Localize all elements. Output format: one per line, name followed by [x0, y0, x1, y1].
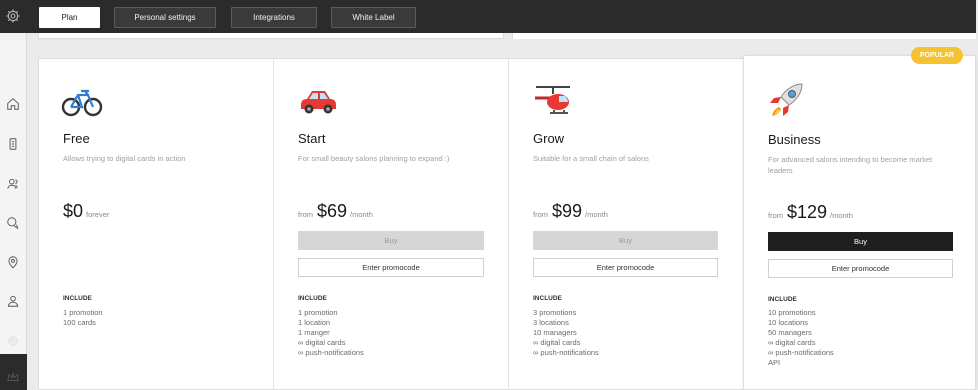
feature-item: API [768, 358, 781, 367]
plan-description: For advanced salons intending to become … [768, 155, 933, 175]
price-from: from [768, 211, 783, 220]
feature-item: 1 manger [298, 328, 330, 337]
user-icon[interactable] [6, 294, 20, 308]
feature-item: 3 locations [533, 318, 569, 327]
plan-price: from $129 /month [768, 202, 853, 223]
feature-item: ∞ push-notifications [768, 348, 834, 357]
tab-plan[interactable]: Plan [39, 7, 100, 28]
settings-icon[interactable] [5, 8, 21, 24]
bicycle-icon [61, 89, 103, 117]
include-heading: INCLUDE [533, 295, 562, 302]
price-amount: $69 [317, 201, 348, 221]
chat-icon[interactable] [6, 216, 20, 230]
tab-white-label[interactable]: White Label [331, 7, 416, 28]
content-strip [38, 33, 504, 39]
rocket-icon [770, 83, 803, 116]
price-amount: $99 [552, 201, 583, 221]
plan-description: Allows trying to digital cards in action [63, 154, 186, 163]
feature-item: ∞ digital cards [533, 338, 581, 347]
price-period: /month [350, 210, 373, 219]
clipboard-icon[interactable] [6, 137, 20, 151]
price-from: from [298, 210, 313, 219]
buy-button[interactable]: Buy [298, 231, 484, 250]
enter-promocode-button[interactable]: Enter promocode [533, 258, 718, 277]
price-amount: $129 [787, 202, 828, 222]
feature-item: 10 managers [533, 328, 577, 337]
price-period: /month [585, 210, 608, 219]
feature-list: 3 promotions 3 locations 10 managers ∞ d… [533, 308, 599, 358]
car-icon [301, 91, 336, 114]
include-heading: INCLUDE [298, 295, 327, 302]
helicopter-icon [535, 86, 570, 114]
column-divider [273, 58, 274, 390]
feature-item: 3 promotions [533, 308, 577, 317]
feature-item: ∞ digital cards [768, 338, 816, 347]
feature-item: 1 location [298, 318, 331, 327]
include-heading: INCLUDE [768, 296, 797, 303]
tab-integrations[interactable]: Integrations [231, 7, 317, 28]
popular-badge: POPULAR [911, 47, 963, 64]
crown-icon[interactable] [6, 370, 20, 384]
feature-item: ∞ push-notifications [533, 348, 599, 357]
feature-item: ∞ push-notifications [298, 348, 364, 357]
column-divider [508, 58, 509, 390]
content-strip [512, 33, 976, 39]
enter-promocode-button[interactable]: Enter promocode [298, 258, 484, 277]
feature-list: 10 promotions 10 locations 50 managers ∞… [768, 308, 834, 368]
price-from: from [533, 210, 548, 219]
plan-description: Suitable for a small chain of salons [533, 154, 649, 163]
buy-button[interactable]: Buy [768, 232, 953, 251]
sidebar [0, 33, 27, 390]
include-heading: INCLUDE [63, 295, 92, 302]
plan-price: from $99 /month [533, 201, 608, 222]
plan-name: Start [298, 131, 326, 146]
feature-item: 10 promotions [768, 308, 816, 317]
plan-price: from $69 /month [298, 201, 373, 222]
plan-description: For small beauty salons planning to expa… [298, 154, 450, 163]
price-period: forever [86, 210, 110, 219]
top-bar: Plan Personal settings Integrations Whit… [0, 0, 976, 33]
price-period: /month [830, 211, 853, 220]
price-amount: $0 [63, 201, 84, 221]
plan-name: Free [63, 131, 90, 146]
home-icon[interactable] [6, 97, 20, 111]
plan-name: Business [768, 132, 821, 147]
feature-item: 1 promotion [298, 308, 338, 317]
plans-container [38, 58, 744, 390]
plan-price: $0 forever [63, 201, 109, 222]
feature-list: 1 promotion 100 cards [63, 308, 103, 328]
settings-icon[interactable] [6, 334, 20, 348]
location-icon[interactable] [6, 255, 20, 269]
feature-item: 100 cards [63, 318, 96, 327]
feature-list: 1 promotion 1 location 1 manger ∞ digita… [298, 308, 364, 358]
plan-name: Grow [533, 131, 565, 146]
buy-button[interactable]: Buy [533, 231, 718, 250]
enter-promocode-button[interactable]: Enter promocode [768, 259, 953, 278]
tab-personal-settings[interactable]: Personal settings [114, 7, 216, 28]
users-icon[interactable] [6, 177, 20, 191]
feature-item: ∞ digital cards [298, 338, 346, 347]
feature-item: 10 locations [768, 318, 809, 327]
feature-item: 1 promotion [63, 308, 103, 317]
feature-item: 50 managers [768, 328, 812, 337]
